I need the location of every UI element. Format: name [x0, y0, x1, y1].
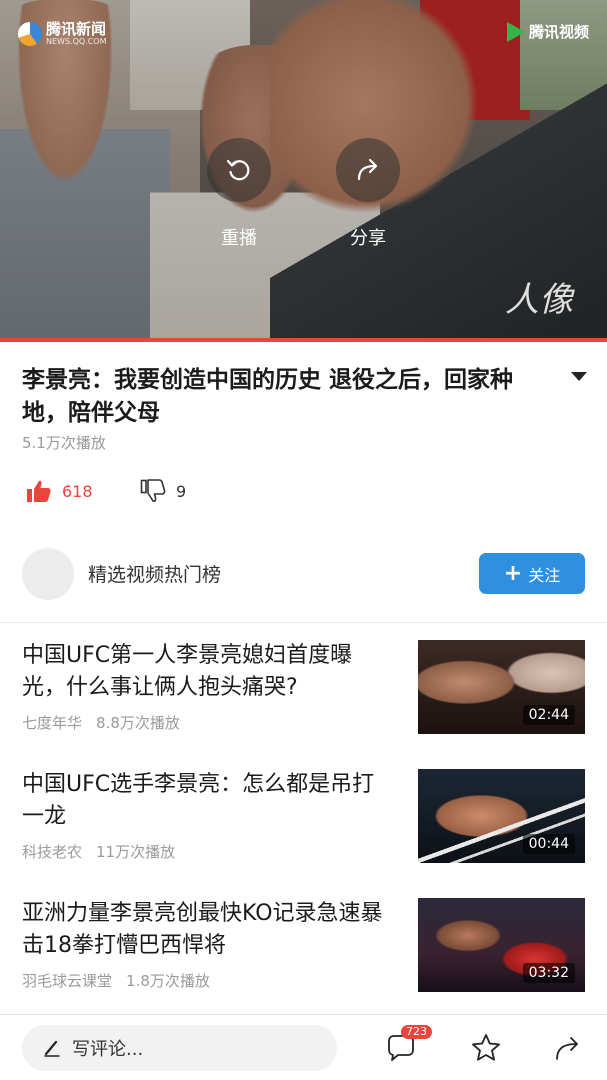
section-divider [0, 622, 607, 623]
tencent-news-logo-subtitle: NEWS.QQ.COM [46, 37, 107, 46]
channel-name[interactable]: 精选视频热门榜 [88, 560, 221, 587]
recommended-video-meta: 七度年华 8.8万次播放 [22, 712, 180, 733]
star-icon [472, 1034, 500, 1061]
recommended-video-plays: 8.8万次播放 [96, 714, 180, 732]
comment-count-badge: 723 [401, 1025, 432, 1039]
recommended-video-title: 中国UFC选手李景亮：怎么都是吊打一龙 [22, 772, 375, 829]
video-watermark: 人像 [505, 280, 573, 320]
channel-avatar[interactable] [22, 548, 74, 600]
comment-input[interactable]: 写评论... [22, 1025, 337, 1071]
recommended-video-thumbnail[interactable]: 02:44 [418, 640, 585, 734]
tencent-news-logo: 腾讯新闻 NEWS.QQ.COM [18, 22, 107, 46]
recommended-video-item[interactable]: 中国UFC第一人李景亮媳妇首度曝光，什么事让俩人抱头痛哭? 七度年华 8.8万次播… [0, 640, 607, 760]
dislike-button[interactable]: 9 [140, 478, 186, 504]
share-icon [357, 158, 378, 181]
recommended-video-source: 科技老农 [22, 843, 83, 861]
recommended-video-plays: 1.8万次播放 [126, 972, 210, 990]
recommended-video-item[interactable]: 亚洲力量李景亮创最快KO记录急速暴击18拳打懵巴西悍将 羽毛球云课堂 1.8万次播… [0, 898, 607, 1018]
chevron-down-icon[interactable] [571, 372, 587, 381]
thumbs-up-icon [27, 480, 51, 502]
recommended-video-meta: 科技老农 11万次播放 [22, 841, 175, 862]
recommended-video-source: 七度年华 [22, 714, 83, 732]
tencent-video-logo: 腾讯视频 [506, 22, 589, 42]
recommended-video-plays: 11万次播放 [96, 843, 176, 861]
replay-button[interactable] [207, 138, 271, 202]
replay-icon [226, 159, 250, 181]
share-button[interactable] [336, 138, 400, 202]
follow-button[interactable]: + 关注 [479, 553, 585, 594]
share-bottom-button[interactable] [551, 1031, 585, 1065]
video-duration: 03:32 [522, 963, 575, 983]
share-label[interactable]: 分享 [328, 224, 408, 250]
dislike-count: 9 [176, 481, 187, 501]
plus-icon: + [503, 560, 523, 586]
video-duration: 00:44 [522, 834, 575, 854]
tencent-video-logo-title: 腾讯视频 [528, 22, 589, 41]
tencent-video-logo-icon [506, 22, 525, 42]
thumbs-down-icon [140, 479, 166, 503]
recommended-video-meta: 羽毛球云课堂 1.8万次播放 [22, 970, 210, 991]
recommended-video-item[interactable]: 中国UFC选手李景亮：怎么都是吊打一龙 科技老农 11万次播放 00:44 [0, 769, 607, 889]
recommended-video-thumbnail[interactable]: 00:44 [418, 769, 585, 863]
replay-label[interactable]: 重播 [199, 224, 279, 250]
share-arrow-icon [556, 1037, 578, 1060]
recommended-video-thumbnail[interactable]: 03:32 [418, 898, 585, 992]
like-button[interactable]: 618 [26, 478, 93, 504]
tencent-news-logo-icon [18, 22, 42, 46]
video-play-count: 5.1万次播放 [22, 434, 106, 452]
comment-placeholder: 写评论... [72, 1039, 144, 1060]
pencil-icon [44, 1040, 60, 1057]
comments-button[interactable]: 723 [384, 1025, 432, 1065]
video-detail-page: 腾讯新闻 NEWS.QQ.COM 腾讯视频 重播 分享 人像 李景亮：我要创造中… [0, 0, 607, 1080]
recommended-video-source: 羽毛球云课堂 [22, 972, 113, 990]
recommended-video-title: 中国UFC第一人李景亮媳妇首度曝光，什么事让俩人抱头痛哭? [22, 643, 353, 700]
video-progress-bar[interactable] [0, 338, 607, 342]
video-title: 李景亮：我要创造中国的历史 退役之后，回家种地，陪伴父母 [22, 367, 514, 426]
video-player[interactable]: 腾讯新闻 NEWS.QQ.COM 腾讯视频 重播 分享 人像 [0, 0, 607, 340]
video-duration: 02:44 [522, 705, 575, 725]
like-count: 618 [62, 481, 93, 501]
recommended-video-title: 亚洲力量李景亮创最快KO记录急速暴击18拳打懵巴西悍将 [22, 901, 383, 958]
tencent-news-logo-title: 腾讯新闻 [46, 20, 107, 38]
follow-button-label: 关注 [528, 565, 561, 585]
favorite-button[interactable] [469, 1031, 503, 1065]
bottom-action-bar: 写评论... 723 [0, 1014, 607, 1080]
